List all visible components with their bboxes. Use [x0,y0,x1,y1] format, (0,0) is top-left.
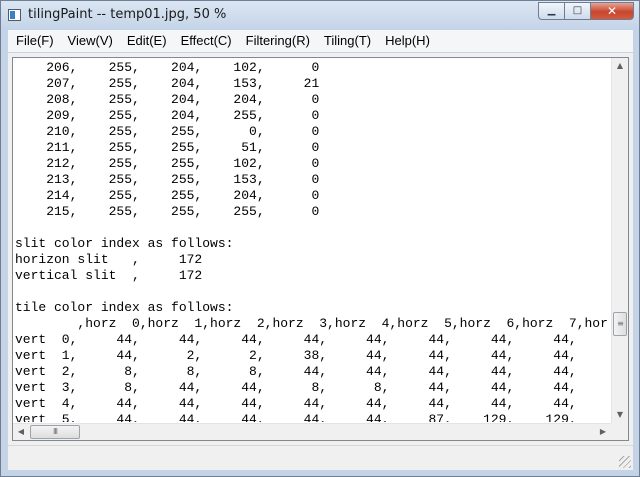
menu-bar: File(F) View(V) Edit(E) Effect(C) Filter… [8,30,633,52]
text-line: vertical slit , 172 [15,268,203,283]
thumb-grip-icon: III [52,427,58,436]
scroll-right-icon[interactable]: ▶ [595,424,611,440]
thumb-grip-icon: ≡ [617,319,624,328]
maximize-button[interactable]: □ [564,2,590,20]
app-icon[interactable] [8,9,21,21]
menu-tiling[interactable]: Tiling(T) [317,31,378,51]
text-line: horizon slit , 172 [15,252,203,267]
text-line: vert 5, 44, 44, 44, 44, 44, 87, 129, 129… [15,412,577,422]
scroll-down-icon[interactable]: ▼ [612,407,628,423]
text-line: 210, 255, 255, 0, 0 [15,124,320,139]
text-line: tile color index as follows: [15,300,234,315]
text-line: 211, 255, 255, 51, 0 [15,140,320,155]
text-line: vert 3, 8, 44, 44, 8, 8, 44, 44, 44, [15,380,577,395]
horizontal-scrollbar[interactable]: ◀ III ▶ [13,423,611,440]
client-area: 206, 255, 204, 102, 0 207, 255, 204, 153… [8,53,633,470]
caption-buttons: ▁ □ ✕ [538,2,634,20]
horizontal-scroll-thumb[interactable]: III [30,425,80,439]
menu-view[interactable]: View(V) [61,31,120,51]
window-title: tilingPaint -- temp01.jpg, 50 % [28,7,227,22]
text-line: slit color index as follows: [15,236,234,251]
text-line [15,220,609,236]
scroll-up-icon[interactable]: ▲ [612,58,628,74]
text-line: 209, 255, 204, 255, 0 [15,108,320,123]
text-line: 213, 255, 255, 153, 0 [15,172,320,187]
text-content[interactable]: 206, 255, 204, 102, 0 207, 255, 204, 153… [15,60,609,422]
text-line [15,284,609,300]
text-line: vert 1, 44, 2, 2, 38, 44, 44, 44, 44, [15,348,577,363]
resize-grip-icon[interactable] [619,456,631,468]
text-line: 212, 255, 255, 102, 0 [15,156,320,171]
vertical-scroll-thumb[interactable]: ≡ [613,312,627,336]
menu-filtering[interactable]: Filtering(R) [239,31,317,51]
minimize-button[interactable]: ▁ [538,2,564,20]
vertical-scrollbar[interactable]: ▲ ≡ ▼ [611,58,628,423]
app-window: tilingPaint -- temp01.jpg, 50 % ▁ □ ✕ Fi… [0,0,640,477]
text-line: vert 2, 8, 8, 8, 44, 44, 44, 44, 44, [15,364,577,379]
text-line: 207, 255, 204, 153, 21 [15,76,320,91]
text-line: 206, 255, 204, 102, 0 [15,60,320,75]
scroll-left-icon[interactable]: ◀ [13,424,29,440]
text-editor[interactable]: 206, 255, 204, 102, 0 207, 255, 204, 153… [12,57,629,441]
text-line: 208, 255, 204, 204, 0 [15,92,320,107]
menu-edit[interactable]: Edit(E) [120,31,174,51]
menu-file[interactable]: File(F) [8,31,61,51]
text-line: vert 0, 44, 44, 44, 44, 44, 44, 44, 44, [15,332,577,347]
text-line: 215, 255, 255, 255, 0 [15,204,320,219]
menu-effect[interactable]: Effect(C) [174,31,239,51]
menu-help[interactable]: Help(H) [378,31,437,51]
title-bar[interactable]: tilingPaint -- temp01.jpg, 50 % ▁ □ ✕ [1,1,639,30]
text-line: 214, 255, 255, 204, 0 [15,188,320,203]
scrollbar-corner [611,423,628,440]
text-line: ,horz 0,horz 1,horz 2,horz 3,horz 4,horz… [15,316,608,331]
text-line: vert 4, 44, 44, 44, 44, 44, 44, 44, 44, [15,396,577,411]
status-bar [8,445,633,470]
close-button[interactable]: ✕ [590,2,634,20]
